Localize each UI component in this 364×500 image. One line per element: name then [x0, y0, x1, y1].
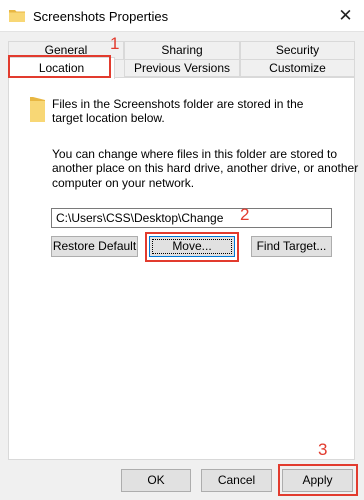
close-button[interactable]: ✕ [327, 0, 364, 32]
apply-button[interactable]: Apply [282, 469, 353, 492]
annotation-number-3: 3 [318, 440, 328, 459]
description-line-3: computer on your network. [52, 176, 195, 190]
tab-previous-versions[interactable]: Previous Versions [124, 59, 240, 77]
folder-icon [30, 97, 45, 122]
tab-security[interactable]: Security [240, 41, 355, 60]
location-panel [8, 77, 355, 460]
ok-button[interactable]: OK [121, 469, 191, 492]
description-line-1: You can change where files in this folde… [52, 147, 338, 161]
tab-location[interactable]: Location [8, 57, 115, 79]
cancel-button[interactable]: Cancel [201, 469, 272, 492]
focus-ring [152, 239, 232, 254]
find-target-button[interactable]: Find Target... [251, 236, 332, 257]
tab-customize[interactable]: Customize [240, 59, 355, 77]
description-line-2: another place on this hard drive, anothe… [52, 161, 359, 175]
folder-icon [9, 10, 25, 22]
window-title: Screenshots Properties [33, 9, 169, 24]
info-text-line-1: Files in the Screenshots folder are stor… [52, 97, 304, 111]
restore-default-button[interactable]: Restore Default [51, 236, 138, 257]
info-text-line-2: target location below. [52, 111, 165, 125]
annotation-number-1: 1 [110, 34, 120, 53]
tab-sharing[interactable]: Sharing [124, 41, 240, 60]
annotation-number-2: 2 [240, 205, 250, 224]
move-button[interactable]: Move... [149, 236, 235, 257]
location-path-input[interactable] [51, 208, 332, 228]
